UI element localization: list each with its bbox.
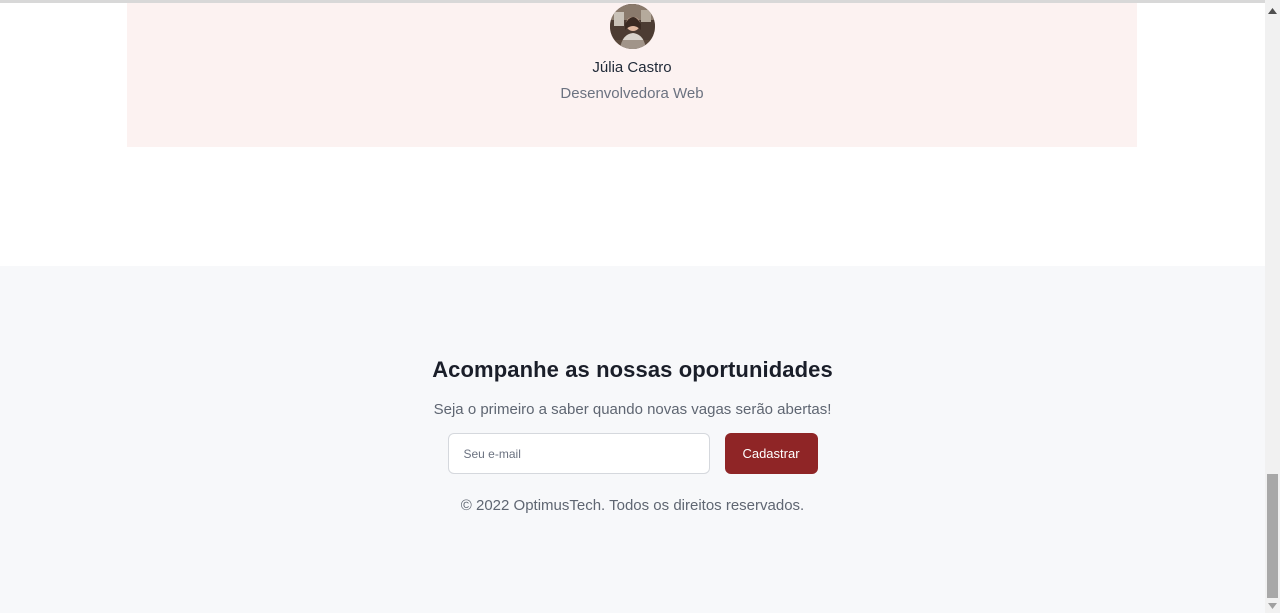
submit-button[interactable]: Cadastrar — [724, 433, 818, 474]
testimonial-card: Júlia Castro Desenvolvedora Web — [127, 3, 1137, 147]
scroll-down-button[interactable] — [1265, 598, 1280, 613]
page-viewport: Júlia Castro Desenvolvedora Web Acompanh… — [0, 0, 1265, 613]
email-input[interactable] — [447, 433, 710, 474]
scrollbar-thumb[interactable] — [1267, 474, 1278, 598]
copyright-text: © 2022 OptimusTech. Todos os direitos re… — [460, 497, 805, 514]
testimonial-person-role: Desenvolvedora Web — [560, 85, 704, 102]
testimonial-person-name: Júlia Castro — [592, 59, 672, 76]
avatar — [609, 4, 655, 49]
triangle-up-icon — [1268, 7, 1277, 14]
avatar-photo — [609, 4, 655, 49]
triangle-down-icon — [1268, 602, 1277, 609]
newsletter-title: Acompanhe as nossas oportunidades — [432, 357, 833, 382]
scroll-up-button[interactable] — [1265, 3, 1280, 18]
newsletter-subtitle: Seja o primeiro a saber quando novas vag… — [433, 401, 832, 418]
vertical-scrollbar[interactable] — [1265, 0, 1280, 613]
newsletter-signup-form: Cadastrar — [447, 433, 818, 474]
newsletter-section: Acompanhe as nossas oportunidades Seja o… — [0, 266, 1265, 613]
